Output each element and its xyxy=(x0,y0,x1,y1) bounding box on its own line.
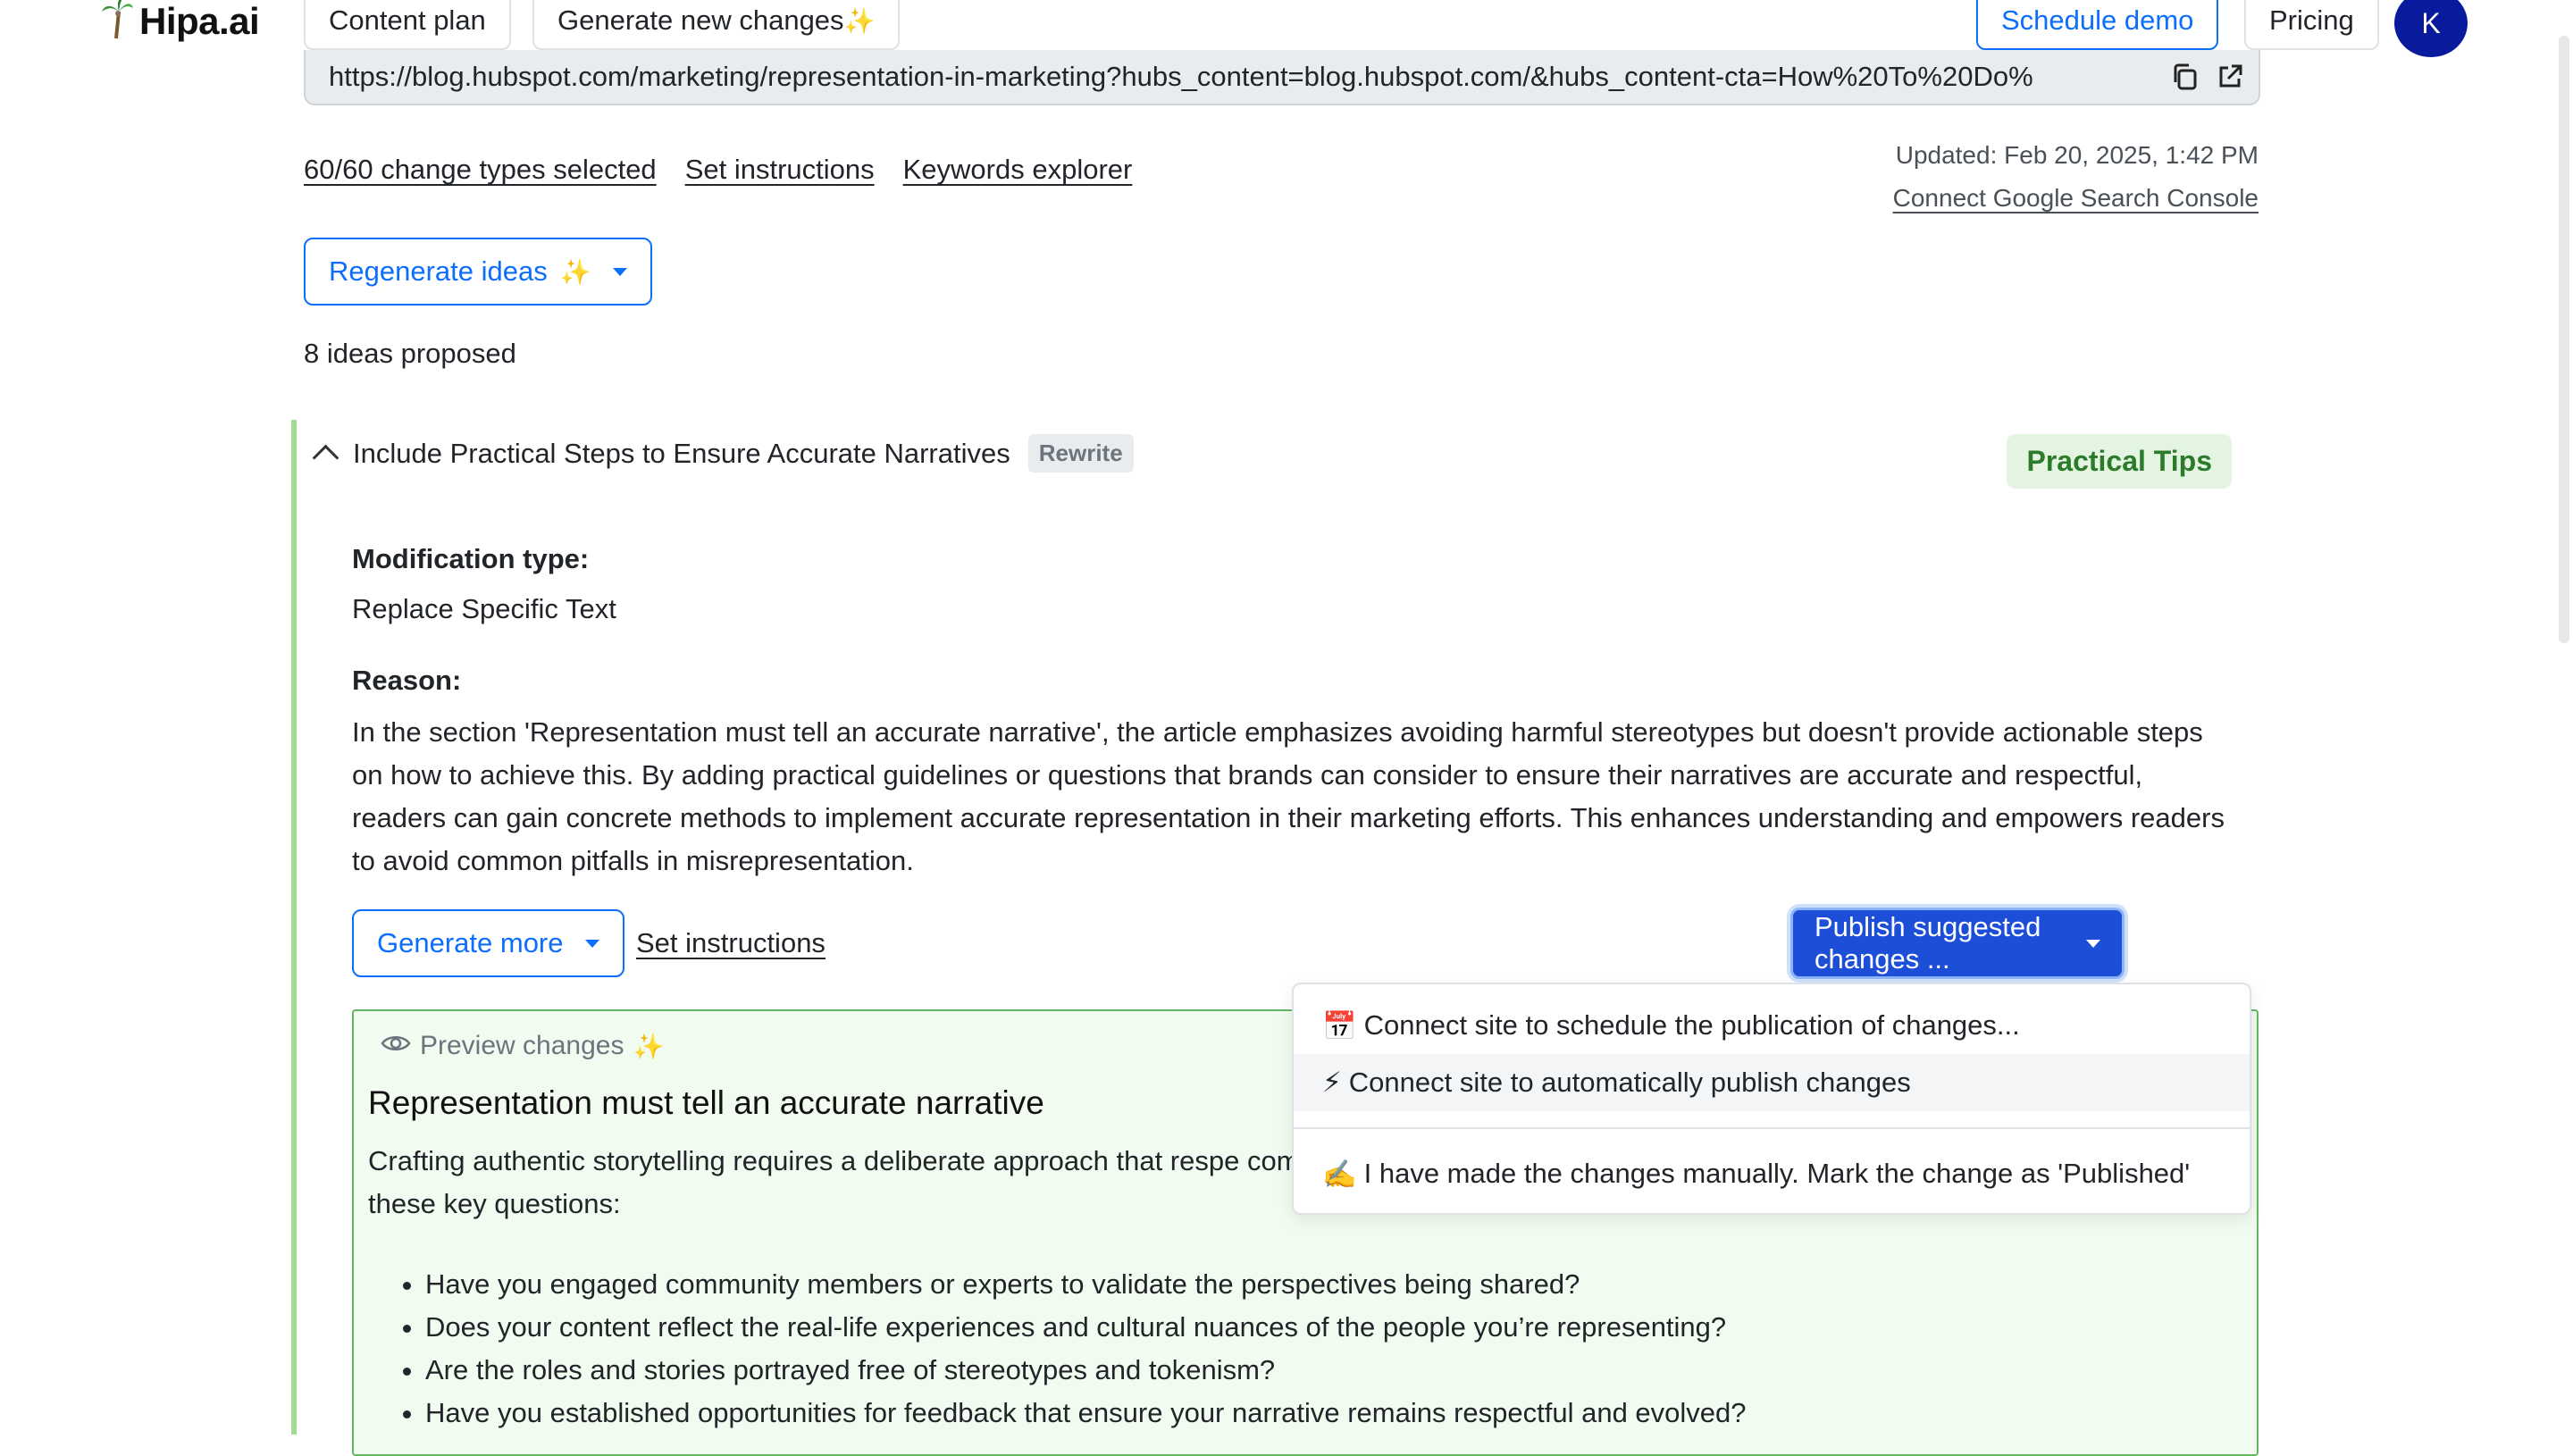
category-badge: Practical Tips xyxy=(2007,434,2232,489)
avatar[interactable]: K xyxy=(2394,0,2468,57)
preview-label-row: Preview changes ✨ xyxy=(381,1031,664,1061)
content-plan-button[interactable]: Content plan xyxy=(304,0,511,50)
writing-hand-icon: ✍️ xyxy=(1322,1158,1357,1190)
menu-item-label: I have made the changes manually. Mark t… xyxy=(1363,1158,2191,1189)
lightning-icon: ⚡ xyxy=(1322,1067,1342,1098)
generate-more-button[interactable]: Generate more xyxy=(352,909,624,977)
scrollbar[interactable] xyxy=(2559,36,2569,643)
palm-tree-logo-icon xyxy=(100,0,134,47)
menu-item-auto-publish[interactable]: ⚡ Connect site to automatically publish … xyxy=(1294,1054,2250,1111)
sparkle-icon: ✨ xyxy=(843,6,876,35)
modification-type-label: Modification type: xyxy=(352,543,590,574)
idea-title: Include Practical Steps to Ensure Accura… xyxy=(353,437,1010,469)
rewrite-badge: Rewrite xyxy=(1027,434,1134,473)
change-types-link[interactable]: 60/60 change types selected xyxy=(304,154,657,186)
idea-card: Include Practical Steps to Ensure Accura… xyxy=(291,420,2262,1456)
menu-item-schedule-publication[interactable]: 📅 Connect site to schedule the publicati… xyxy=(1294,997,2250,1054)
menu-item-label: Connect site to schedule the publication… xyxy=(1363,1009,2020,1041)
updated-timestamp: Updated: Feb 20, 2025, 1:42 PM xyxy=(1895,141,2259,169)
publish-label: Publish suggested changes ... xyxy=(1815,911,2041,975)
generate-new-changes-button[interactable]: Generate new changes ✨ xyxy=(532,0,901,50)
eye-icon xyxy=(381,1031,411,1061)
caret-down-icon xyxy=(584,939,599,948)
set-instructions-link[interactable]: Set instructions xyxy=(685,154,875,186)
keywords-explorer-link[interactable]: Keywords explorer xyxy=(903,154,1133,186)
calendar-icon: 📅 xyxy=(1322,1009,1357,1042)
sparkle-icon: ✨ xyxy=(633,1032,665,1060)
schedule-demo-button[interactable]: Schedule demo xyxy=(1976,0,2219,50)
avatar-initial: K xyxy=(2421,6,2441,39)
list-item: Have you engaged community members or ex… xyxy=(425,1263,1747,1306)
regenerate-ideas-button[interactable]: Regenerate ideas ✨ xyxy=(304,238,652,305)
idea-header[interactable]: Include Practical Steps to Ensure Accura… xyxy=(312,434,1134,473)
meta-links: 60/60 change types selected Set instruct… xyxy=(304,154,1132,186)
chevron-up-icon[interactable] xyxy=(312,444,339,472)
menu-item-mark-published[interactable]: ✍️ I have made the changes manually. Mar… xyxy=(1294,1145,2250,1202)
caret-down-icon xyxy=(612,267,627,276)
content-plan-label: Content plan xyxy=(329,4,486,36)
generate-more-label: Generate more xyxy=(377,927,564,958)
publish-dropdown-menu: 📅 Connect site to schedule the publicati… xyxy=(1292,983,2251,1215)
ideas-count: 8 ideas proposed xyxy=(304,338,516,369)
copy-icon[interactable] xyxy=(2169,61,2201,93)
publish-suggested-changes-button[interactable]: Publish suggested changes ... xyxy=(1790,908,2125,979)
list-item: Does your content reflect the real-life … xyxy=(425,1306,1747,1349)
reason-label: Reason: xyxy=(352,665,462,696)
reason-text: In the section 'Representation must tell… xyxy=(352,716,2225,876)
preview-title: Representation must tell an accurate nar… xyxy=(368,1084,1044,1121)
external-link-icon[interactable] xyxy=(2214,61,2246,93)
top-navbar: Hipa.ai Content plan Generate new change… xyxy=(0,0,2573,57)
logo-text: Hipa.ai xyxy=(139,0,260,42)
schedule-demo-label: Schedule demo xyxy=(2001,4,2194,36)
generate-new-changes-label: Generate new changes xyxy=(557,4,844,36)
logo[interactable]: Hipa.ai xyxy=(100,0,260,48)
sparkle-icon: ✨ xyxy=(559,257,591,286)
menu-item-label: Connect site to automatically publish ch… xyxy=(1348,1067,1911,1098)
updated-info: Updated: Feb 20, 2025, 1:42 PM Connect G… xyxy=(1893,134,2259,220)
pricing-label: Pricing xyxy=(2269,4,2354,36)
idea-set-instructions-link[interactable]: Set instructions xyxy=(636,927,826,959)
list-item: Are the roles and stories portrayed free… xyxy=(425,1349,1747,1392)
pricing-button[interactable]: Pricing xyxy=(2244,0,2379,50)
preview-bullet-list: Have you engaged community members or ex… xyxy=(368,1263,1747,1435)
connect-gsc-link[interactable]: Connect Google Search Console xyxy=(1893,177,2259,220)
url-text: https://blog.hubspot.com/marketing/repre… xyxy=(329,61,2033,92)
modification-type-value: Replace Specific Text xyxy=(352,593,616,624)
url-bar: https://blog.hubspot.com/marketing/repre… xyxy=(304,50,2260,105)
list-item: Have you established opportunities for f… xyxy=(425,1392,1747,1435)
menu-divider xyxy=(1294,1127,2250,1129)
preview-label: Preview changes xyxy=(420,1031,624,1060)
regenerate-ideas-label: Regenerate ideas xyxy=(329,255,548,287)
caret-down-icon xyxy=(2086,939,2100,948)
